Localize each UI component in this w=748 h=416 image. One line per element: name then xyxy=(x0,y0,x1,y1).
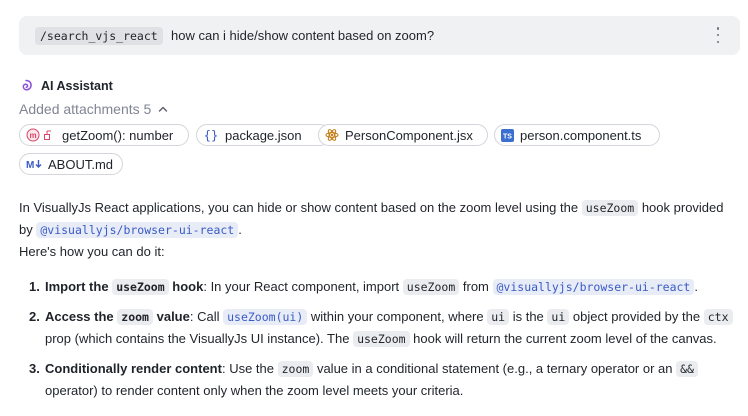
assistant-name: AI Assistant xyxy=(41,79,113,93)
text: : Call xyxy=(189,309,220,324)
typescript-file-icon: TS xyxy=(501,128,514,142)
attachment-chip[interactable]: M ABOUT.md xyxy=(19,153,123,175)
user-query-box: /search_vjs_react how can i hide/show co… xyxy=(19,16,740,55)
list-item: 1. Import the useZoom hook: In your Reac… xyxy=(19,276,734,298)
attachment-chip[interactable]: TS person.component.ts xyxy=(494,124,660,146)
query-command: /search_vjs_react xyxy=(35,27,163,45)
text: : In your React component, import xyxy=(203,279,400,294)
attachment-chip[interactable]: PersonComponent.jsx xyxy=(318,124,488,146)
svg-text:{}: {} xyxy=(204,129,218,143)
attachment-chip[interactable]: m getZoom(): number xyxy=(19,124,189,146)
method-icon: m xyxy=(26,128,56,142)
list-number: 2. xyxy=(29,309,40,324)
inline-code: ui xyxy=(487,309,510,325)
more-options-icon[interactable] xyxy=(716,27,720,43)
text: is the xyxy=(512,309,544,324)
inline-code: useZoom xyxy=(581,200,639,216)
inline-code-link[interactable]: @visuallyjs/browser-ui-react xyxy=(492,279,695,295)
text: object provided by the xyxy=(572,309,701,324)
text: prop (which contains the VisuallyJs UI i… xyxy=(45,331,350,346)
text: . xyxy=(238,222,242,237)
inline-code: && xyxy=(676,361,698,377)
answer-lead: Here's how you can do it: xyxy=(19,244,165,259)
svg-text:TS: TS xyxy=(503,133,512,140)
answer-intro: In VisuallyJs React applications, you ca… xyxy=(19,197,739,241)
attachment-label: person.component.ts xyxy=(520,127,642,143)
svg-text:m: m xyxy=(29,131,36,140)
text: from xyxy=(462,279,489,294)
attachment-label: PersonComponent.jsx xyxy=(345,127,473,143)
bold-text: hook xyxy=(172,279,204,294)
react-file-icon xyxy=(325,128,339,142)
bold-text: value xyxy=(156,309,190,324)
inline-code: useZoom xyxy=(402,279,460,295)
text: In VisuallyJs React applications, you ca… xyxy=(19,200,579,215)
list-item: 3. Conditionally render content: Use the… xyxy=(19,358,734,401)
attachment-label: getZoom(): number xyxy=(62,127,174,143)
list-number: 3. xyxy=(29,361,40,376)
text: value in a conditional statement (e.g., … xyxy=(316,361,673,376)
list-number: 1. xyxy=(29,279,40,294)
attachment-label: package.json xyxy=(225,127,302,143)
text: within your component, where xyxy=(310,309,484,324)
inline-code: ui xyxy=(547,309,570,325)
json-file-icon: {} xyxy=(203,128,219,143)
attachments-toggle[interactable]: Added attachments 5 xyxy=(19,101,169,117)
bold-text: Conditionally render content xyxy=(45,361,222,376)
ai-assistant-icon xyxy=(22,79,32,91)
inline-code: zoom xyxy=(117,309,153,325)
bold-text: Access the xyxy=(45,309,114,324)
text: operator) to render content only when th… xyxy=(45,383,464,398)
inline-code-link[interactable]: useZoom(ui) xyxy=(223,309,308,325)
bold-text: Import the xyxy=(45,279,109,294)
text: . xyxy=(694,279,698,294)
inline-code: zoom xyxy=(277,361,314,377)
svg-text:M: M xyxy=(26,160,34,170)
attachment-label: ABOUT.md xyxy=(48,156,114,172)
query-text: how can i hide/show content based on zoo… xyxy=(171,28,435,43)
inline-code: ctx xyxy=(703,309,733,325)
steps-list: 1. Import the useZoom hook: In your Reac… xyxy=(19,276,734,401)
inline-code-link[interactable]: @visuallyjs/browser-ui-react xyxy=(36,222,239,238)
assistant-header: AI Assistant xyxy=(19,79,113,93)
attachments-label: Added attachments 5 xyxy=(19,101,152,117)
attachment-chip[interactable]: {} package.json xyxy=(196,124,331,146)
markdown-file-icon: M xyxy=(26,158,42,170)
chevron-up-icon xyxy=(159,106,168,112)
inline-code: useZoom xyxy=(112,279,169,295)
text: : Use the xyxy=(221,361,274,376)
text: hook will return the current zoom level … xyxy=(413,331,717,346)
list-item: 2. Access the zoom value: Call useZoom(u… xyxy=(19,306,734,350)
inline-code: useZoom xyxy=(353,331,410,347)
